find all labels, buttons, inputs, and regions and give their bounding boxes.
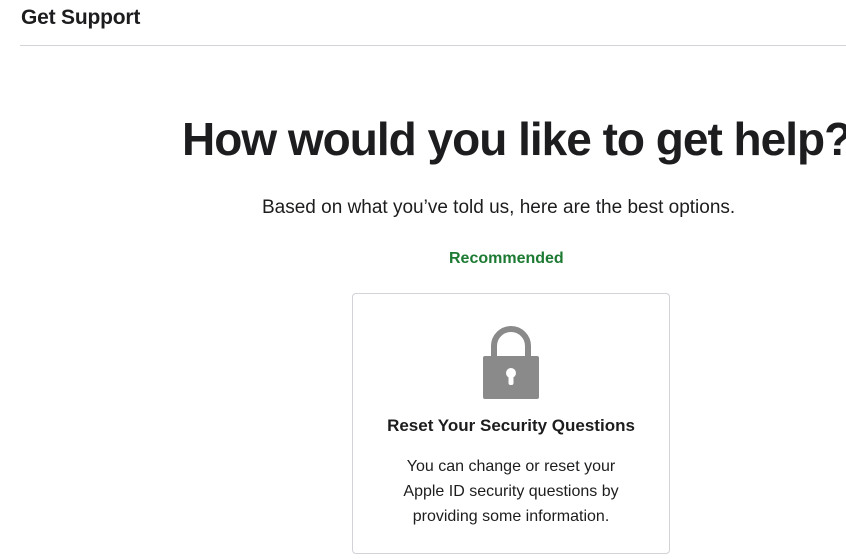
card-description-line: You can change or reset your <box>406 458 616 475</box>
card-description: You can change or reset your Apple ID se… <box>353 454 669 529</box>
card-description-line: providing some information. <box>412 508 610 525</box>
reset-security-questions-card[interactable]: Reset Your Security Questions You can ch… <box>352 293 670 554</box>
page: Get Support How would you like to get he… <box>0 0 846 559</box>
recommended-label: Recommended <box>449 250 564 267</box>
page-header: Get Support <box>20 0 846 46</box>
lock-icon <box>483 326 539 399</box>
card-title: Reset Your Security Questions <box>387 416 635 435</box>
header-title[interactable]: Get Support <box>21 6 140 30</box>
page-subtitle: Based on what you’ve told us, here are t… <box>262 197 736 218</box>
page-title: How would you like to get help? <box>182 113 846 165</box>
card-description-line: Apple ID security questions by <box>403 483 619 500</box>
